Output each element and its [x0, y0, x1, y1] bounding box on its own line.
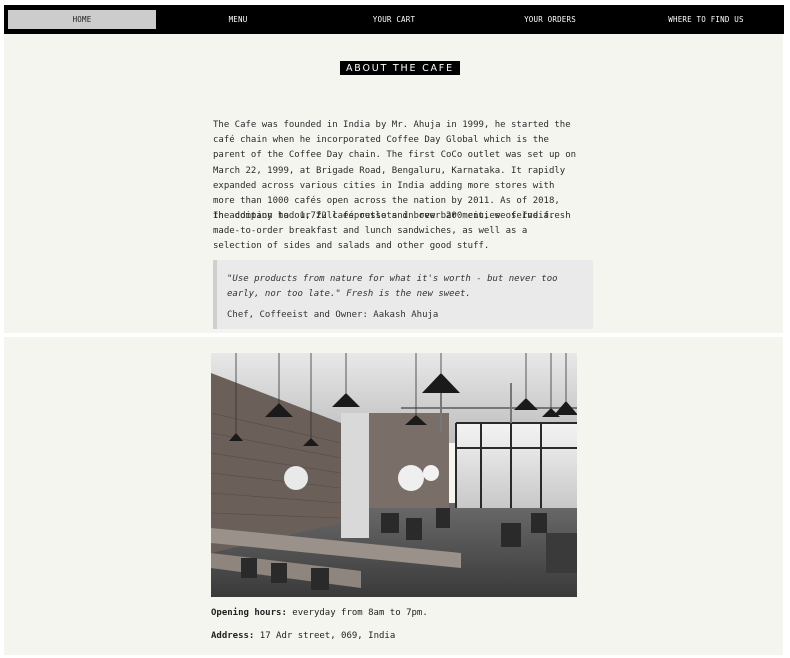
opening-hours: Opening hours: everyday from 8am to 7pm.: [211, 608, 428, 618]
opening-hours-value: everyday from 8am to 7pm.: [286, 608, 428, 618]
address: Address: 17 Adr street, 069, India: [211, 631, 395, 641]
about-section: ABOUT THE CAFE The Cafe was founded in I…: [4, 34, 783, 333]
address-value: 17 Adr street, 069, India: [254, 631, 396, 641]
about-paragraph-menu: In addition to our full espresso and bre…: [213, 211, 571, 252]
nav-item-where-to-find-us[interactable]: WHERE TO FIND US: [632, 10, 780, 29]
opening-hours-label: Opening hours:: [211, 608, 287, 618]
address-label: Address:: [211, 631, 255, 641]
chef-quote: "Use products from nature for what it's …: [213, 260, 593, 329]
nav-item-home[interactable]: HOME: [8, 10, 156, 29]
nav-item-your-cart[interactable]: YOUR CART: [320, 10, 468, 29]
quote-text: "Use products from nature for what it's …: [227, 274, 558, 299]
info-section: Opening hours: everyday from 8am to 7pm.…: [4, 337, 783, 655]
quote-author: Chef, Coffeeist and Owner: Aakash Ahuja: [227, 310, 439, 320]
cafe-interior-photo: [211, 353, 577, 597]
nav-item-menu[interactable]: MENU: [164, 10, 312, 29]
about-title: ABOUT THE CAFE: [340, 61, 460, 75]
nav-item-your-orders[interactable]: YOUR ORDERS: [476, 10, 624, 29]
top-navigation: HOME MENU YOUR CART YOUR ORDERS WHERE TO…: [4, 5, 784, 34]
